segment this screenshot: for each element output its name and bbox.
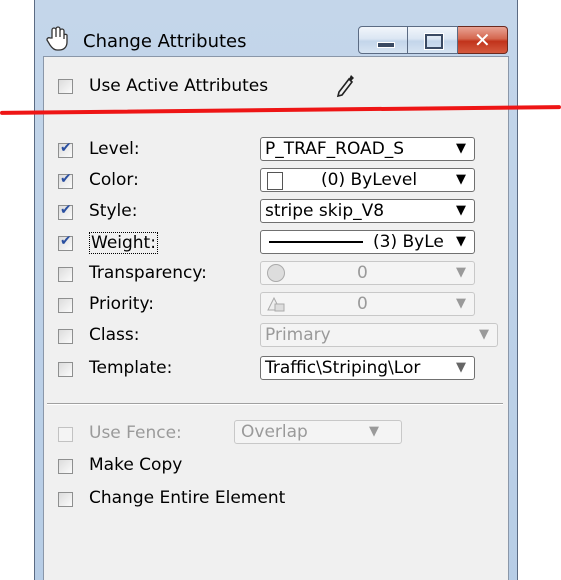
chevron-down-icon: ▼ — [369, 424, 379, 439]
separator — [47, 403, 503, 405]
color-checkbox[interactable] — [58, 171, 73, 189]
change-attributes-window: Change Attributes ✕ Use Active Attribute… — [34, 0, 518, 580]
level-value: P_TRAF_ROAD_S — [265, 139, 405, 159]
class-checkbox[interactable] — [58, 329, 73, 344]
weight-label: Weight: — [89, 232, 158, 254]
chevron-down-icon: ▼ — [456, 296, 466, 311]
chevron-down-icon: ▼ — [456, 203, 466, 218]
make-copy-label: Make Copy — [89, 455, 183, 475]
fence-mode-dropdown[interactable]: Overlap ▼ — [234, 420, 402, 444]
template-checkbox[interactable] — [58, 362, 73, 377]
close-icon: ✕ — [474, 28, 491, 52]
template-value: Traffic\Striping\Lor — [265, 358, 421, 378]
priority-icon — [267, 296, 285, 312]
weight-value: (3) ByLe — [373, 232, 444, 252]
style-checkbox[interactable] — [58, 202, 73, 220]
transparency-value: 0 — [357, 263, 368, 283]
minimize-icon — [377, 42, 395, 48]
transparency-icon — [267, 264, 285, 282]
window-title: Change Attributes — [83, 31, 247, 52]
chevron-down-icon: ▼ — [453, 141, 466, 156]
use-fence-label: Use Fence: — [89, 423, 182, 443]
priority-checkbox[interactable] — [58, 298, 73, 313]
priority-label: Priority: — [89, 294, 154, 314]
hand-cursor-icon — [46, 26, 68, 51]
minimize-button[interactable] — [358, 26, 408, 54]
class-value: Primary — [265, 325, 331, 345]
maximize-button[interactable] — [408, 26, 458, 54]
transparency-label: Transparency: — [89, 263, 207, 283]
priority-value: 0 — [357, 294, 368, 314]
level-dropdown[interactable]: P_TRAF_ROAD_S ▼ — [260, 137, 475, 161]
chevron-down-icon: ▼ — [456, 172, 466, 187]
color-swatch-icon — [267, 172, 283, 190]
level-checkbox[interactable] — [58, 140, 73, 158]
chevron-down-icon: ▼ — [454, 234, 466, 249]
weight-dropdown[interactable]: (3) ByLe ▼ — [260, 230, 475, 254]
level-label: Level: — [89, 139, 140, 159]
class-dropdown[interactable]: Primary ▼ — [260, 323, 498, 347]
make-copy-checkbox[interactable] — [58, 459, 73, 474]
class-label: Class: — [89, 325, 140, 345]
line-weight-sample — [269, 241, 363, 243]
change-entire-element-label: Change Entire Element — [89, 488, 286, 508]
use-active-attributes-checkbox[interactable] — [58, 79, 73, 94]
color-value: (0) ByLevel — [321, 170, 418, 190]
color-dropdown[interactable]: (0) ByLevel ▼ — [260, 168, 475, 192]
change-entire-element-checkbox[interactable] — [58, 492, 73, 507]
maximize-icon — [425, 34, 443, 49]
style-label: Style: — [89, 201, 138, 221]
template-label: Template: — [89, 358, 173, 378]
title-bar[interactable]: Change Attributes ✕ — [35, 8, 517, 56]
eyedropper-icon[interactable] — [336, 73, 356, 99]
priority-dropdown[interactable]: 0 ▼ — [260, 292, 475, 316]
use-active-attributes-label: Use Active Attributes — [89, 76, 269, 96]
color-label: Color: — [89, 170, 139, 190]
weight-checkbox[interactable] — [58, 233, 73, 251]
style-value: stripe skip_V8 — [265, 201, 385, 221]
style-dropdown[interactable]: stripe skip_V8 ▼ — [260, 199, 475, 223]
transparency-dropdown[interactable]: 0 ▼ — [260, 261, 475, 285]
chevron-down-icon: ▼ — [456, 265, 466, 280]
use-fence-checkbox[interactable] — [58, 427, 73, 442]
fence-mode-value: Overlap — [241, 422, 308, 442]
transparency-checkbox[interactable] — [58, 267, 73, 282]
template-dropdown[interactable]: Traffic\Striping\Lor ▼ — [260, 356, 475, 380]
close-button[interactable]: ✕ — [458, 26, 508, 54]
chevron-down-icon: ▼ — [479, 327, 489, 342]
chevron-down-icon: ▼ — [453, 360, 466, 375]
dialog-body: Use Active Attributes Level: P_TRAF_ROAD… — [43, 56, 509, 580]
